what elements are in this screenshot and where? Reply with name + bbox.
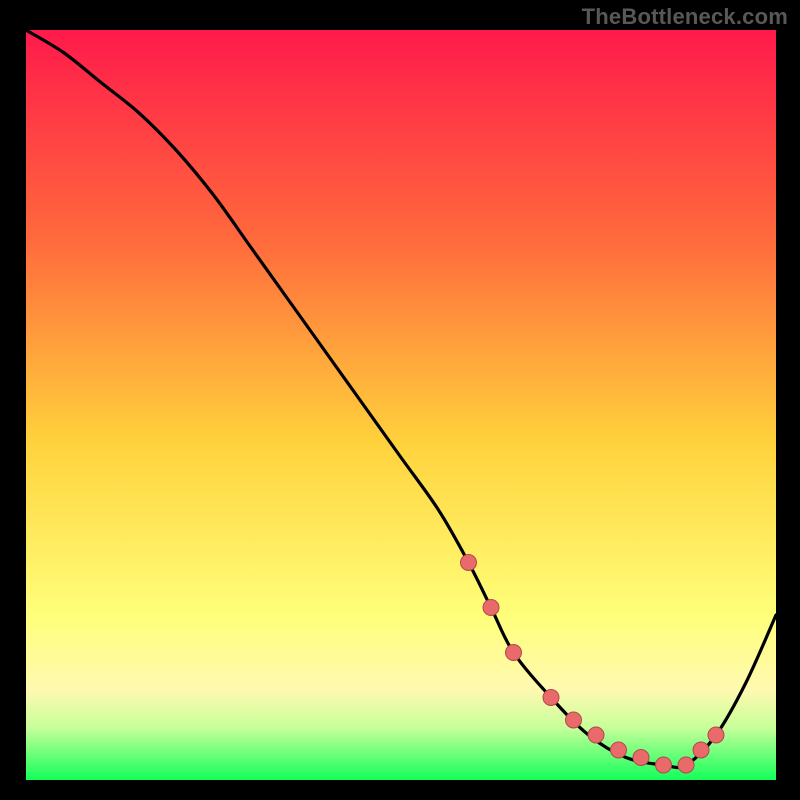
watermark-text: TheBottleneck.com bbox=[582, 4, 788, 30]
marker-point bbox=[693, 742, 709, 758]
marker-point bbox=[543, 690, 559, 706]
marker-point bbox=[566, 712, 582, 728]
marker-point bbox=[633, 750, 649, 766]
marker-point bbox=[708, 727, 724, 743]
chart-svg bbox=[26, 30, 776, 780]
chart-frame: TheBottleneck.com bbox=[0, 0, 800, 800]
plot-area bbox=[26, 30, 776, 780]
marker-point bbox=[656, 757, 672, 773]
marker-point bbox=[588, 727, 604, 743]
marker-point bbox=[506, 645, 522, 661]
marker-point bbox=[678, 757, 694, 773]
marker-point bbox=[483, 600, 499, 616]
gradient-background bbox=[26, 30, 776, 780]
marker-point bbox=[461, 555, 477, 571]
marker-point bbox=[611, 742, 627, 758]
